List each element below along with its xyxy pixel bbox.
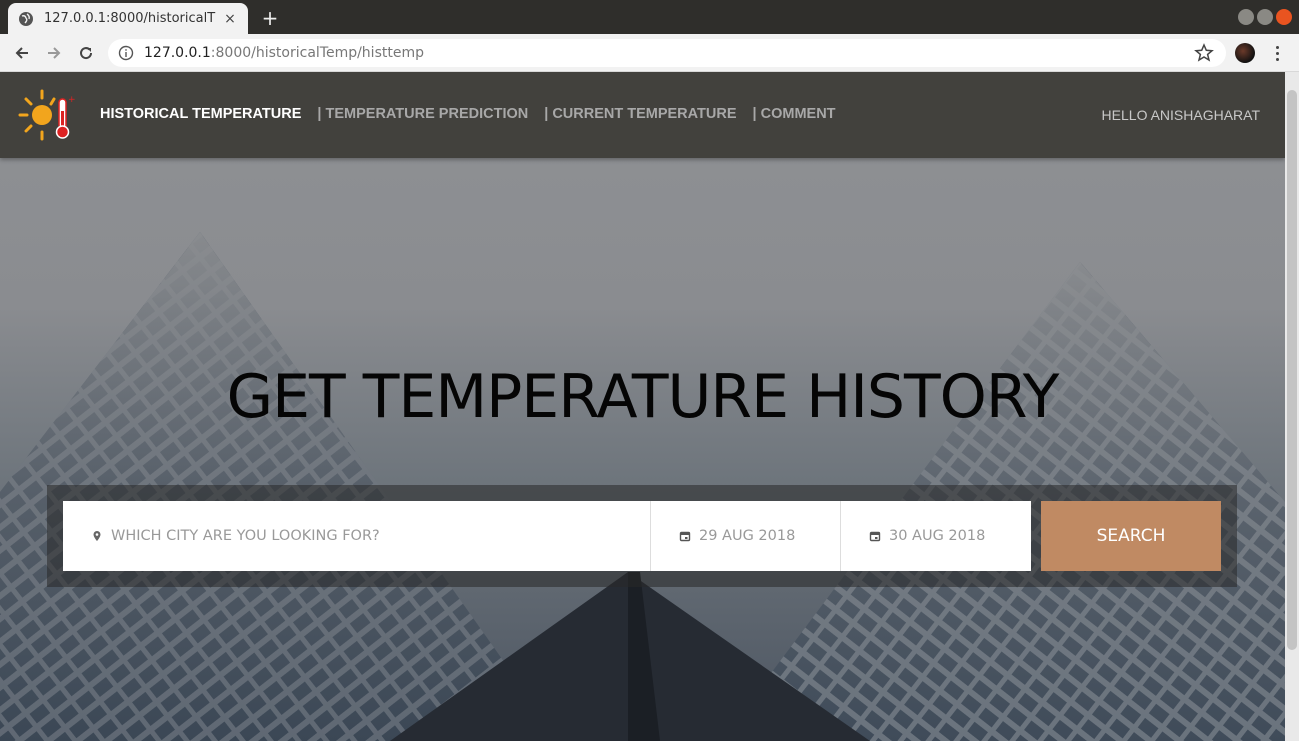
- top-navbar: + HISTORICAL TEMPERATURE | TEMPERATURE P…: [0, 72, 1285, 158]
- reload-icon[interactable]: [74, 41, 98, 65]
- window-close-button[interactable]: [1276, 9, 1292, 25]
- kebab-menu-icon[interactable]: [1270, 43, 1284, 63]
- nav-links: HISTORICAL TEMPERATURE | TEMPERATURE PRE…: [100, 106, 852, 122]
- back-arrow-icon[interactable]: [10, 41, 34, 65]
- forward-arrow-icon[interactable]: [42, 41, 66, 65]
- scrollbar-thumb[interactable]: [1287, 90, 1297, 650]
- search-button[interactable]: SEARCH: [1041, 501, 1221, 571]
- url-host: 127.0.0.1: [144, 45, 211, 61]
- start-date-value: 29 AUG 2018: [699, 528, 796, 544]
- browser-tab[interactable]: 127.0.0.1:8000/historicalT ×: [8, 3, 248, 34]
- window-maximize-button[interactable]: [1257, 9, 1273, 25]
- globe-icon: [18, 11, 34, 27]
- calendar-icon: [679, 531, 691, 542]
- nav-link-comment[interactable]: | COMMENT: [753, 106, 836, 122]
- page-title: GET TEMPERATURE HISTORY: [226, 362, 1060, 432]
- info-icon[interactable]: [118, 45, 134, 61]
- nav-link-temperature-prediction[interactable]: | TEMPERATURE PREDICTION: [317, 106, 528, 122]
- window-minimize-button[interactable]: [1238, 9, 1254, 25]
- search-panel: 29 AUG 2018 30 AUG 2018 SEARCH: [47, 485, 1237, 587]
- end-date-field[interactable]: 30 AUG 2018: [841, 501, 1031, 571]
- map-pin-icon: [93, 531, 101, 541]
- tab-close-icon[interactable]: ×: [222, 11, 238, 27]
- svg-text:+: +: [68, 95, 76, 105]
- user-greeting: HELLO ANISHAGHARAT: [1101, 107, 1260, 123]
- calendar-icon: [869, 531, 881, 542]
- start-date-field[interactable]: 29 AUG 2018: [651, 501, 841, 571]
- nav-link-current-temperature[interactable]: | CURRENT TEMPERATURE: [544, 106, 736, 122]
- end-date-value: 30 AUG 2018: [889, 528, 986, 544]
- browser-tab-strip: 127.0.0.1:8000/historicalT × +: [0, 0, 1299, 34]
- nav-link-historical-temperature[interactable]: HISTORICAL TEMPERATURE: [100, 106, 301, 122]
- address-bar[interactable]: 127.0.0.1:8000/historicalTemp/histtemp: [108, 39, 1226, 67]
- page-viewport: + HISTORICAL TEMPERATURE | TEMPERATURE P…: [0, 72, 1285, 741]
- url-path: :8000/historicalTemp/histtemp: [210, 45, 424, 61]
- city-input[interactable]: [111, 528, 615, 544]
- profile-avatar[interactable]: [1235, 43, 1255, 63]
- tab-title: 127.0.0.1:8000/historicalT: [44, 11, 216, 26]
- sun-thermometer-icon[interactable]: +: [18, 87, 76, 143]
- browser-toolbar: 127.0.0.1:8000/historicalTemp/histtemp: [0, 34, 1299, 72]
- city-search-field[interactable]: [63, 501, 651, 571]
- new-tab-button[interactable]: +: [258, 6, 282, 30]
- bookmark-star-icon[interactable]: [1194, 43, 1214, 63]
